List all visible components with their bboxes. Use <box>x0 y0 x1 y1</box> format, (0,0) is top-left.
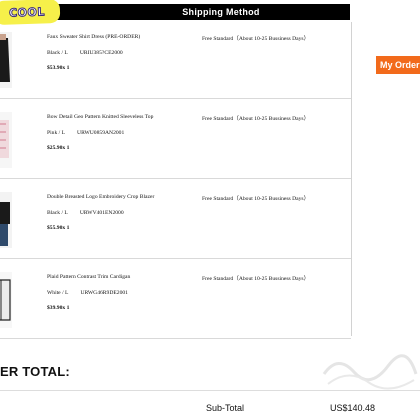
shipping-method: Free Standard（About 10-25 Bussiness Days… <box>202 36 310 42</box>
top-image <box>0 112 12 168</box>
order-total-title: ER TOTAL: <box>0 364 70 379</box>
product-name[interactable]: Faux Sweater Shirt Dress (PRE-ORDER) <box>47 34 140 40</box>
sku-code: URWU0859AN2001 <box>77 130 125 136</box>
divider <box>0 390 420 391</box>
product-variant: Black / L URIU385?CE2000 <box>47 50 123 56</box>
product-variant: Black / L URWV401EN2000 <box>47 210 124 216</box>
product-thumbnail[interactable] <box>0 272 12 328</box>
table-row: Faux Sweater Shirt Dress (PRE-ORDER) Bla… <box>0 22 351 99</box>
product-name[interactable]: Plaid Pattern Contrast Trim Cardigan <box>47 274 130 280</box>
my-order-button[interactable]: My Order <box>376 56 420 74</box>
logo-text: COOL <box>8 4 46 20</box>
shipping-method: Free Standard（About 10-25 Bussiness Days… <box>202 276 310 282</box>
order-items-table: Faux Sweater Shirt Dress (PRE-ORDER) Bla… <box>0 22 352 339</box>
variant-label: White / L <box>47 290 69 296</box>
product-variant: White / L URWG46R9DE2001 <box>47 290 128 296</box>
shipping-method: Free Standard（About 10-25 Bussiness Days… <box>202 116 310 122</box>
shipping-method: Free Standard（About 10-25 Bussiness Days… <box>202 196 310 202</box>
product-thumbnail[interactable] <box>0 32 12 88</box>
subtotal-label: Sub-Total <box>206 403 245 413</box>
product-thumbnail[interactable] <box>0 192 12 248</box>
variant-label: Pink / L <box>47 130 66 136</box>
product-price: $25.90x 1 <box>47 145 70 151</box>
dress-image <box>0 32 12 88</box>
product-name[interactable]: Bow Detail Geo Pattern Knitted Sleeveles… <box>47 114 153 120</box>
table-row: Double Breasted Logo Embroidery Crop Bla… <box>0 182 351 259</box>
table-row: Bow Detail Geo Pattern Knitted Sleeveles… <box>0 102 351 179</box>
table-row: Plaid Pattern Contrast Trim Cardigan Whi… <box>0 262 351 339</box>
cardigan-image <box>0 272 12 328</box>
product-thumbnail[interactable] <box>0 112 12 168</box>
sku-code: URIU385?CE2000 <box>79 50 123 56</box>
product-price: $39.90x 1 <box>47 305 70 311</box>
product-name[interactable]: Double Breasted Logo Embroidery Crop Bla… <box>47 194 154 200</box>
product-price: $55.90x 1 <box>47 225 70 231</box>
blazer-image <box>0 192 12 248</box>
subtotal-value: US$140.48 <box>330 403 376 413</box>
sku-code: URWG46R9DE2001 <box>80 290 128 296</box>
product-variant: Pink / L URWU0859AN2001 <box>47 130 124 136</box>
sku-code: URWV401EN2000 <box>79 210 124 216</box>
product-price: $53.90x 1 <box>47 65 70 71</box>
variant-label: Black / L <box>47 50 68 56</box>
variant-label: Black / L <box>47 210 68 216</box>
watermark-image <box>322 354 418 390</box>
